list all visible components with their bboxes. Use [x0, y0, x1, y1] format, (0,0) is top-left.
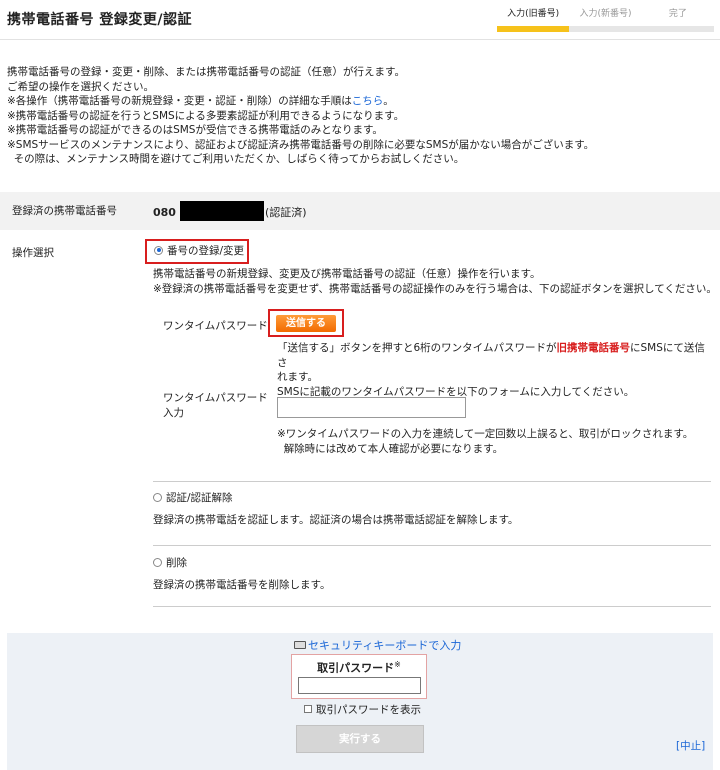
keyboard-icon — [294, 641, 306, 649]
radio-auth[interactable]: 認証/認証解除 — [153, 491, 233, 506]
intro-line: ※携帯電話番号の認証ができるのはSMSが受信できる携帯電話のみとなります。 — [7, 124, 383, 136]
intro-line: ご希望の操作を選択ください。 — [7, 80, 154, 93]
radio-checked-icon[interactable] — [154, 245, 163, 255]
progress-steps: 入力(旧番号) 入力(新番号) 完了 — [497, 8, 714, 33]
security-keyboard-link[interactable]: セキュリティキーボードで入力 — [294, 638, 461, 654]
intro-line: 携帯電話番号の登録・変更・削除、または携帯電話番号の認証（任意）が行えます。 — [7, 66, 405, 78]
auth-description: 登録済の携帯電話を認証します。認証済の場合は携帯電話認証を解除します。 — [153, 514, 519, 526]
password-label: 取引パスワード※ — [317, 660, 401, 675]
cancel-link[interactable]: [中止] — [676, 739, 705, 754]
password-input[interactable] — [298, 677, 421, 694]
intro-line: その際は、メンテナンス時間を避けてご利用いただくか、しばらく待ってからお試しくだ… — [13, 153, 465, 165]
intro-line: ※各操作（携帯電話番号の新規登録・変更・認証・削除）の詳細な手順はこちら。 — [7, 95, 394, 107]
radio-delete[interactable]: 削除 — [153, 556, 187, 571]
otp-label: ワンタイムパスワード — [163, 320, 268, 332]
delete-description: 登録済の携帯電話番号を削除します。 — [153, 579, 331, 591]
password-panel: セキュリティキーボードで入力 取引パスワード※ 取引パスワードを表示 実行する … — [7, 633, 713, 770]
old-number-emphasis: 旧携帯電話番号 — [556, 342, 630, 354]
show-password-checkbox[interactable]: 取引パスワードを表示 — [304, 703, 421, 718]
radio-unchecked-icon[interactable] — [153, 492, 162, 502]
intro-line: ※SMSサービスのメンテナンスにより、認証および認証済み携帯電話番号の削除に必要… — [7, 138, 595, 151]
send-button-highlight: 送信する — [268, 309, 344, 337]
radio-register-change[interactable]: 番号の登録/変更 — [145, 239, 249, 264]
divider — [153, 545, 711, 546]
registered-number-label: 登録済の携帯電話番号 — [12, 205, 117, 217]
otp-input-field[interactable] — [277, 397, 466, 418]
execute-button[interactable]: 実行する — [296, 725, 424, 753]
redacted-number — [179, 201, 264, 221]
password-box: 取引パスワード※ — [291, 654, 427, 699]
page-title: 携帯電話番号 登録変更/認証 — [7, 12, 192, 28]
step-old-number: 入力(旧番号) — [497, 8, 570, 33]
operation-label: 操作選択 — [12, 247, 54, 259]
registered-number-value: 080 (認証済) — [153, 201, 307, 223]
divider — [153, 606, 711, 607]
step-complete: 完了 — [641, 8, 714, 33]
registered-number-row: 登録済の携帯電話番号 080 (認証済) — [0, 192, 720, 230]
radio-label: 番号の登録/変更 — [167, 245, 245, 257]
send-otp-button[interactable]: 送信する — [276, 315, 336, 332]
auth-status: (認証済) — [264, 206, 307, 219]
otp-help-text: 「送信する」ボタンを押すと6桁のワンタイムパスワードが旧携帯電話番号にSMSにて… — [277, 342, 705, 398]
otp-input-label: ワンタイムパスワード 入力 — [163, 392, 268, 419]
intro-text: 携帯電話番号の登録・変更・削除、または携帯電話番号の認証（任意）が行えます。 ご… — [7, 65, 712, 167]
radio-unchecked-icon[interactable] — [153, 557, 162, 567]
procedure-link[interactable]: こちら — [352, 95, 384, 107]
divider — [153, 481, 711, 482]
number-prefix: 080 — [153, 206, 176, 219]
step-new-number: 入力(新番号) — [569, 8, 642, 33]
lock-warning: ※ワンタイムパスワードの入力を連続して一定回数以上誤ると、取引がロックされます。… — [277, 428, 694, 455]
checkbox-icon[interactable] — [304, 705, 312, 713]
page-header: 携帯電話番号 登録変更/認証 入力(旧番号) 入力(新番号) 完了 — [0, 0, 720, 40]
intro-line: ※携帯電話番号の認証を行うとSMSによる多要素認証が利用できるようになります。 — [7, 109, 405, 122]
register-description: 携帯電話番号の新規登録、変更及び携帯電話番号の認証（任意）操作を行います。 ※登… — [153, 268, 717, 295]
